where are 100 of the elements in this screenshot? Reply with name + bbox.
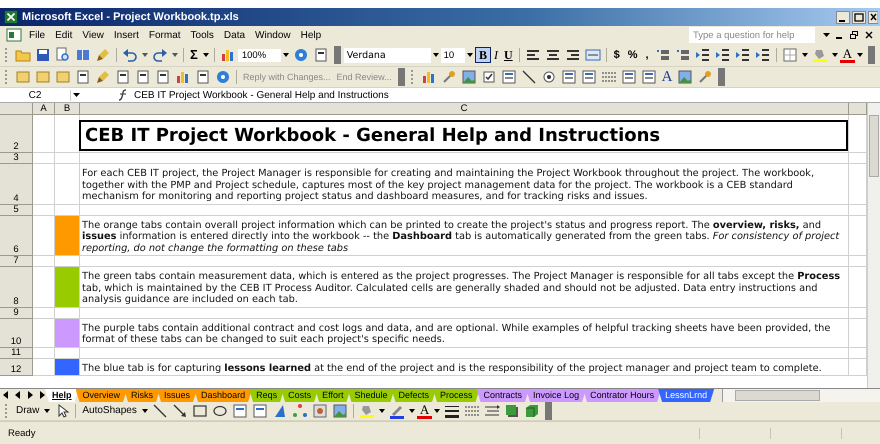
picture-icon[interactable] (332, 403, 348, 419)
row-header[interactable]: 2 (0, 115, 33, 153)
menu-item[interactable]: Data (218, 30, 250, 40)
text-box-icon[interactable] (232, 403, 248, 419)
horizontal-scrollbar[interactable] (722, 389, 880, 402)
caret-icon[interactable] (434, 409, 440, 413)
diagram-icon[interactable] (292, 403, 308, 419)
menu-item[interactable]: Edit (50, 30, 78, 40)
fill-color-icon[interactable] (812, 47, 828, 63)
sheet-tab[interactable]: Help (45, 389, 79, 402)
row-header[interactable]: 5 (0, 204, 33, 216)
sheet-tab[interactable]: Reqs (249, 389, 284, 402)
formula-field[interactable]: CEB IT Project Workbook - General Help and Instructions (134, 90, 389, 100)
caret-icon[interactable] (466, 53, 473, 57)
comma-button[interactable]: , (642, 47, 653, 63)
label-button[interactable]: A (658, 69, 676, 85)
column-header[interactable]: B (55, 103, 80, 115)
oval-icon[interactable] (212, 403, 228, 419)
scrollbar-thumb[interactable] (735, 390, 820, 401)
indent-icon[interactable] (734, 47, 751, 63)
toolbar-options-button[interactable] (545, 402, 552, 420)
sheet-tab[interactable]: Costs (281, 389, 318, 402)
picture-icon[interactable] (460, 69, 477, 85)
help-search-field[interactable]: Type a question for help (689, 27, 815, 43)
row-header[interactable]: 4 (0, 164, 33, 204)
caret-icon[interactable] (802, 53, 808, 57)
document-icon[interactable] (135, 69, 151, 85)
sheet-tab[interactable]: Overview (76, 389, 128, 402)
checkbox-icon[interactable] (480, 69, 497, 85)
caret-icon[interactable] (432, 53, 439, 57)
row-header[interactable]: 11 (0, 348, 33, 358)
minimize-icon[interactable] (836, 10, 850, 24)
draw-menu-button[interactable]: Draw (13, 403, 42, 419)
row-header[interactable]: 6 (0, 216, 33, 256)
caret-icon[interactable] (202, 53, 209, 57)
align-right-icon[interactable] (564, 47, 581, 63)
row-header[interactable]: 10 (0, 318, 33, 348)
3d-icon[interactable] (524, 403, 540, 419)
line-style-icon[interactable] (444, 403, 460, 419)
line-icon[interactable] (152, 403, 168, 419)
borders-icon[interactable] (782, 47, 798, 63)
caret-icon[interactable] (142, 409, 148, 413)
font-field[interactable]: Verdana (344, 48, 431, 62)
caret-icon[interactable] (857, 53, 863, 57)
sheet-tab[interactable]: Risks (124, 389, 160, 402)
arrow-icon[interactable] (172, 403, 188, 419)
list-icon[interactable] (640, 69, 657, 85)
sheet-tab[interactable]: Issues (157, 389, 198, 402)
line-icon[interactable] (520, 69, 537, 85)
radio-icon[interactable] (540, 69, 557, 85)
book-icon[interactable] (75, 47, 91, 63)
sheet-tab[interactable]: Defects (392, 389, 436, 402)
caret-icon[interactable] (44, 409, 50, 413)
sheet-tab[interactable]: Shedule (347, 389, 394, 402)
menu-item[interactable]: File (24, 30, 50, 40)
sheet-tab[interactable]: LessnLrnd (658, 389, 714, 402)
chart-icon[interactable] (175, 69, 191, 85)
row-header[interactable]: 3 (0, 153, 33, 164)
maximize-icon[interactable] (852, 10, 866, 24)
line-color-icon[interactable] (388, 403, 405, 419)
document-icon[interactable] (75, 69, 91, 85)
chart-icon[interactable] (220, 47, 236, 63)
caret-icon[interactable] (823, 33, 830, 37)
list-icon[interactable] (580, 69, 597, 85)
vertical-scrollbar[interactable] (867, 103, 880, 388)
decrease-indent-icon[interactable] (694, 47, 711, 63)
font-color-button[interactable]: A (840, 48, 855, 62)
toolbar-options-button[interactable] (398, 68, 405, 86)
document-icon[interactable] (115, 69, 131, 85)
currency-button[interactable]: $ (610, 47, 624, 63)
caret-icon[interactable] (73, 93, 80, 97)
sheet-tab[interactable]: Dashboard (194, 389, 252, 402)
list-icon[interactable] (560, 69, 577, 85)
menu-item[interactable]: Help (296, 30, 326, 40)
close-icon[interactable] (868, 10, 878, 24)
name-box[interactable]: C2 (0, 90, 71, 100)
menu-item[interactable]: Insert (108, 30, 144, 40)
toolbar-options-button[interactable] (718, 68, 726, 86)
save-icon[interactable] (35, 47, 51, 63)
print-preview-icon[interactable] (55, 47, 71, 63)
fill-color-icon[interactable] (358, 403, 375, 419)
document-icon[interactable] (155, 69, 171, 85)
merge-cells-icon[interactable] (584, 47, 601, 63)
row-header[interactable]: 8 (0, 267, 33, 308)
caret-icon[interactable] (142, 53, 148, 57)
column-header[interactable]: A (33, 103, 55, 115)
brush-icon[interactable] (95, 47, 111, 63)
toolbar-options-button[interactable] (334, 46, 341, 64)
menu-item[interactable]: View (77, 30, 109, 40)
sheet-tab[interactable]: Contrator Hours (583, 389, 662, 402)
workbook-icon[interactable] (6, 27, 22, 43)
close-icon[interactable] (865, 30, 873, 40)
indent-icon[interactable] (754, 47, 771, 63)
autosum-button[interactable]: Σ (187, 47, 201, 63)
row-header[interactable]: 9 (0, 308, 33, 318)
autoshapes-menu-button[interactable]: AutoShapes (79, 403, 140, 419)
menu-item[interactable]: Tools (186, 30, 219, 40)
list-icon[interactable] (500, 69, 517, 85)
text-box-icon[interactable] (252, 403, 268, 419)
picture-icon[interactable] (677, 69, 694, 85)
